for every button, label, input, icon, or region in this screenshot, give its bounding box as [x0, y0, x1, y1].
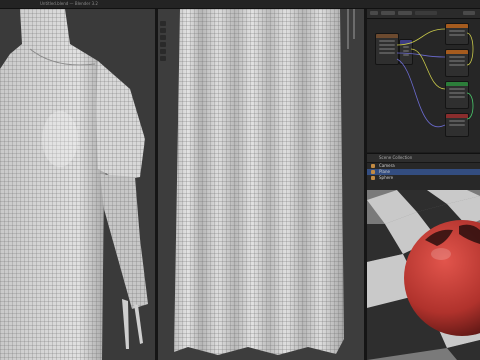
preview-render: [367, 190, 480, 360]
curtain-mesh-render: [158, 9, 364, 360]
editor-type-button[interactable]: [370, 11, 378, 15]
color-ramp-node[interactable]: [445, 23, 469, 45]
top-menu-bar: Untitled.blend — Blender 3.2: [0, 0, 480, 9]
outliner-row[interactable]: Sphere: [367, 175, 480, 181]
material-selector[interactable]: [415, 11, 437, 15]
mesh-icon: [371, 170, 375, 174]
texture-node[interactable]: [375, 33, 399, 65]
node-editor-header: [367, 9, 480, 19]
outliner-row-label: Sphere: [379, 175, 394, 180]
outliner-title: Scene Collection: [379, 155, 413, 160]
output-node[interactable]: [445, 113, 469, 137]
window-title: Untitled.blend — Blender 3.2: [40, 1, 98, 6]
select-tool-icon[interactable]: [160, 21, 166, 26]
transform-tool-icon[interactable]: [160, 56, 166, 61]
scale-tool-icon[interactable]: [160, 49, 166, 54]
rotate-tool-icon[interactable]: [160, 42, 166, 47]
view-menu[interactable]: [381, 11, 395, 15]
outliner-header: Scene Collection: [367, 154, 480, 163]
move-tool-icon[interactable]: [160, 35, 166, 40]
outliner-panel[interactable]: Scene Collection Camera Plane Sphere: [367, 153, 480, 190]
mix-node[interactable]: [445, 49, 469, 77]
shader-node-editor[interactable]: [367, 9, 480, 152]
cursor-tool-icon[interactable]: [160, 28, 166, 33]
viewport-left[interactable]: [0, 9, 155, 360]
viewport-toolbar: [160, 21, 166, 63]
slot-selector[interactable]: [463, 11, 475, 15]
camera-icon: [371, 164, 375, 168]
material-preview-viewport[interactable]: [367, 190, 480, 360]
mesh-icon: [371, 176, 375, 180]
select-menu[interactable]: [398, 11, 412, 15]
viewport-middle[interactable]: [158, 9, 364, 360]
mapping-node[interactable]: [399, 39, 413, 65]
bsdf-node[interactable]: [445, 81, 469, 109]
dress-mesh-render: [0, 9, 155, 360]
